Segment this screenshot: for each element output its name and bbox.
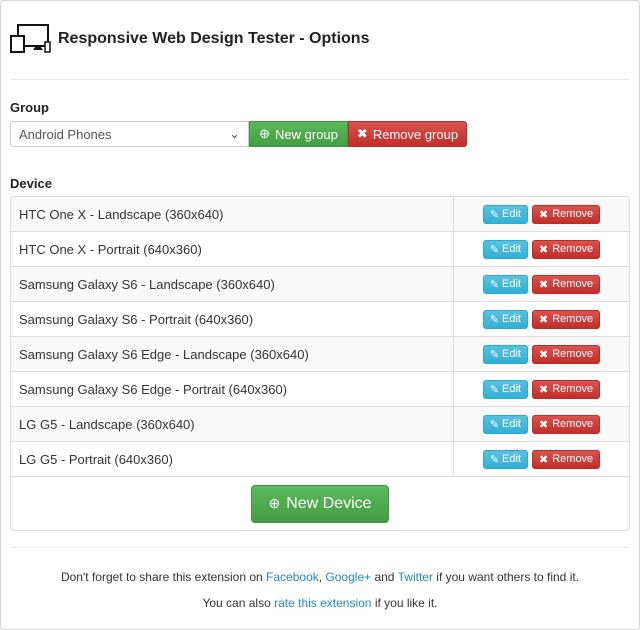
edit-button[interactable]: ✎ Edit [482,344,528,364]
pencil-icon: ✎ [489,208,500,221]
edit-button[interactable]: ✎ Edit [482,379,528,399]
header: Responsive Web Design Tester - Options [10,24,369,54]
pencil-icon: ✎ [489,278,500,291]
pencil-icon: ✎ [489,313,500,326]
new-device-button[interactable]: ⊕ New Device [251,484,389,523]
group-select[interactable]: Android Phones ⌄ [10,121,249,147]
device-name: Samsung Galaxy S6 - Landscape (360x640) [11,267,454,301]
device-row: Samsung Galaxy S6 - Portrait (640x360) ✎ E… [11,302,629,337]
close-icon: ✖ [539,383,549,396]
rate-link[interactable]: rate this extension [274,596,371,610]
edit-button[interactable]: ✎ Edit [482,309,528,329]
remove-button[interactable]: ✖ Remove [532,309,601,329]
pencil-icon: ✎ [489,383,500,396]
device-name: LG G5 - Portrait (640x360) [11,442,454,476]
devices-icon [10,24,51,53]
close-icon: ✖ [539,348,549,361]
device-name: LG G5 - Landscape (360x640) [11,407,454,441]
close-icon: ✖ [539,418,549,431]
pencil-icon: ✎ [489,243,500,256]
device-name: Samsung Galaxy S6 Edge - Portrait (640x3… [11,372,454,406]
remove-button[interactable]: ✖ Remove [532,344,601,364]
remove-button[interactable]: ✖ Remove [532,204,601,224]
edit-button[interactable]: ✎ Edit [482,414,528,434]
remove-group-button[interactable]: ✖ Remove group [348,121,467,147]
device-row: HTC One X - Landscape (360x640) ✎ Edit ✖ Rem… [11,197,629,232]
edit-button[interactable]: ✎ Edit [482,274,528,294]
facebook-link[interactable]: Facebook [266,570,319,584]
new-group-button[interactable]: ⊕ New group [249,121,348,147]
edit-button[interactable]: ✎ Edit [482,204,528,224]
device-name: HTC One X - Landscape (360x640) [11,197,454,231]
chevron-down-icon: ⌄ [229,126,240,141]
remove-button[interactable]: ✖ Remove [532,274,601,294]
close-icon: ✖ [356,126,368,141]
device-name: HTC One X - Portrait (640x360) [11,232,454,266]
device-name: Samsung Galaxy S6 - Portrait (640x360) [11,302,454,336]
device-row: Samsung Galaxy S6 Edge - Portrait (640x3… [11,372,629,407]
close-icon: ✖ [539,208,549,221]
edit-button[interactable]: ✎ Edit [482,449,528,469]
remove-button[interactable]: ✖ Remove [532,414,601,434]
device-row: LG G5 - Portrait (640x360) ✎ Edit ✖ Remove [11,442,629,477]
pencil-icon: ✎ [489,453,500,466]
remove-button[interactable]: ✖ Remove [532,239,601,259]
divider [10,547,630,548]
divider [10,79,630,80]
twitter-link[interactable]: Twitter [398,570,433,584]
edit-button[interactable]: ✎ Edit [482,239,528,259]
share-text: Don't forget to share this extension on … [60,570,580,584]
close-icon: ✖ [539,243,549,256]
plus-circle-icon: ⊕ [259,126,271,141]
device-row: HTC One X - Portrait (640x360) ✎ Edit ✖ Remo… [11,232,629,267]
close-icon: ✖ [539,313,549,326]
page-title: Responsive Web Design Tester - Options [58,30,370,47]
device-row: LG G5 - Landscape (360x640) ✎ Edit ✖ Remove [11,407,629,442]
close-icon: ✖ [539,278,549,291]
remove-button[interactable]: ✖ Remove [532,379,601,399]
pencil-icon: ✎ [489,418,500,431]
remove-button[interactable]: ✖ Remove [532,449,601,469]
device-label: Device [10,176,52,191]
device-row: Samsung Galaxy S6 Edge - Landscape (360x… [11,337,629,372]
device-row: Samsung Galaxy S6 - Landscape (360x640) ✎… [11,267,629,302]
close-icon: ✖ [539,453,549,466]
group-label: Group [10,100,49,115]
device-name: Samsung Galaxy S6 Edge - Landscape (360x… [11,337,454,371]
plus-circle-icon: ⊕ [268,495,281,511]
pencil-icon: ✎ [489,348,500,361]
google-plus-link[interactable]: Google+ [325,570,371,584]
group-selected: Android Phones [19,126,112,142]
rate-text: You can also rate this extension if you … [202,596,438,610]
device-table: HTC One X - Landscape (360x640) ✎ Edit ✖ Rem… [10,196,630,531]
